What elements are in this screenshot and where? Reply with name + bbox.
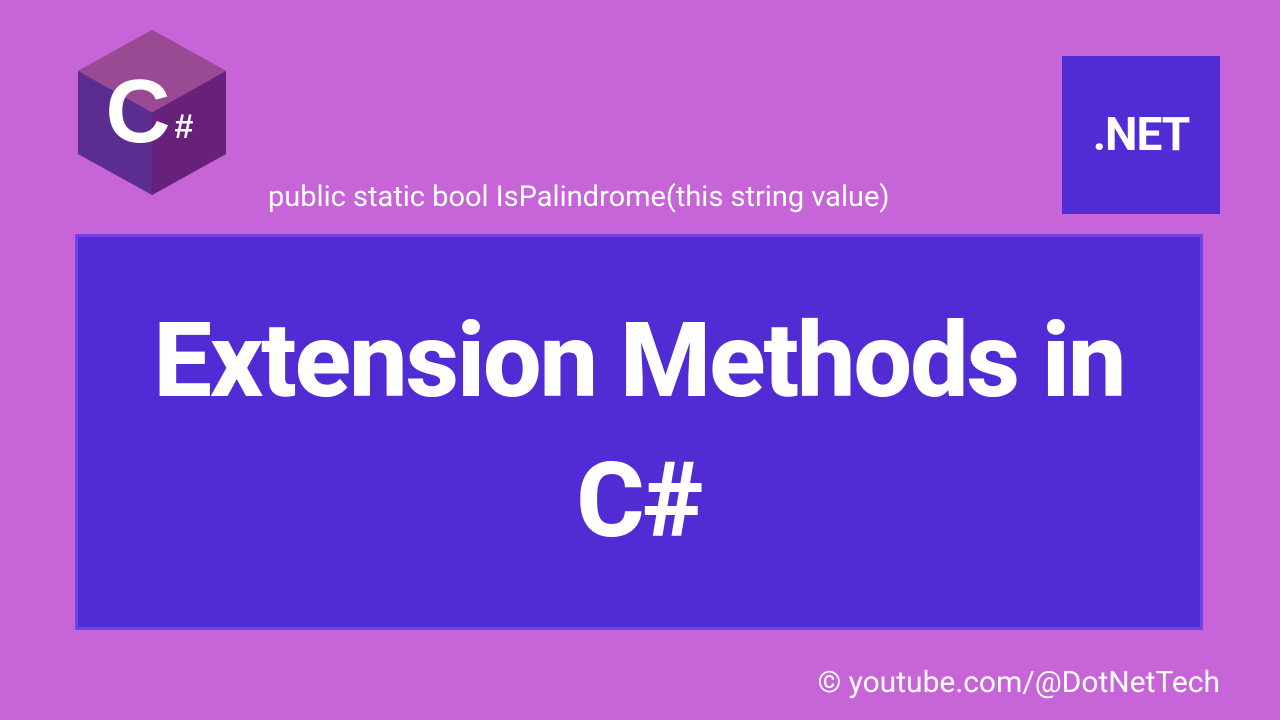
- csharp-logo-icon: C #: [78, 30, 226, 195]
- dotnet-logo-text: .NET: [1093, 108, 1190, 162]
- svg-text:#: #: [175, 108, 194, 146]
- svg-text:C: C: [106, 62, 171, 162]
- title-container: Extension Methods in C#: [75, 234, 1203, 630]
- main-title: Extension Methods in C#: [98, 292, 1180, 573]
- code-snippet-text: public static bool IsPalindrome(this str…: [268, 180, 889, 214]
- credit-text: © youtube.com/@DotNetTech: [818, 665, 1220, 700]
- dotnet-logo-icon: .NET: [1062, 56, 1220, 214]
